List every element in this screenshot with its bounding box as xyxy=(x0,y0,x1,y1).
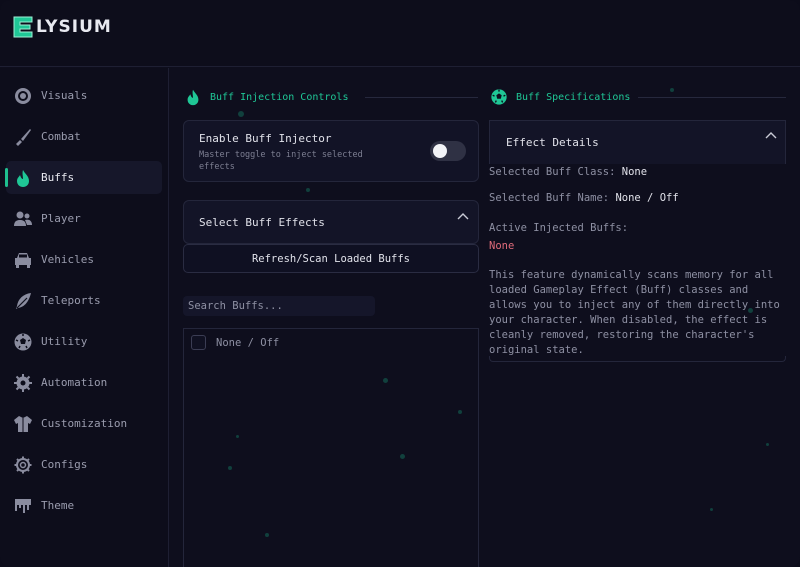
players-icon xyxy=(13,209,33,229)
sidebar-item-label: Combat xyxy=(41,130,81,143)
ball-icon xyxy=(490,88,508,106)
app-title: LYSIUM xyxy=(36,17,112,37)
refresh-scan-buffs-button[interactable]: Refresh/Scan Loaded Buffs xyxy=(183,244,479,273)
main-content: Buff Injection Controls Enable Buff Inje… xyxy=(170,68,800,567)
paint-drip-icon xyxy=(13,496,33,516)
active-injected-buffs-label: Active Injected Buffs: xyxy=(489,222,629,234)
section-title: Buff Injection Controls xyxy=(210,91,349,103)
sidebar-item-vehicles[interactable]: Vehicles xyxy=(6,243,162,276)
sidebar-item-label: Utility xyxy=(41,335,88,348)
sidebar-item-automation[interactable]: Automation xyxy=(6,366,162,399)
toggle-title: Enable Buff Injector xyxy=(199,132,332,145)
feather-icon xyxy=(13,291,33,311)
panel-title: Select Buff Effects xyxy=(199,216,325,229)
search-buffs-input[interactable] xyxy=(183,296,375,316)
sidebar-item-visuals[interactable]: Visuals xyxy=(6,79,162,112)
sidebar-item-label: Buffs xyxy=(41,171,75,184)
details-panel-bottom xyxy=(489,356,786,362)
app-logo: LYSIUM xyxy=(12,15,112,39)
particle-dot xyxy=(710,508,713,511)
name-label: Selected Buff Name: xyxy=(489,192,610,204)
class-value: None xyxy=(621,166,648,178)
sidebar-item-utility[interactable]: Utility xyxy=(6,325,162,358)
switch-knob xyxy=(433,144,447,158)
cog-spiky-icon xyxy=(13,373,33,393)
sidebar-item-label: Automation xyxy=(41,376,108,389)
list-item[interactable]: None / Off xyxy=(191,335,279,350)
buff-injector-toggle-card: Enable Buff Injector Master toggle to in… xyxy=(183,120,479,182)
section-header-buff-specifications: Buff Specifications xyxy=(490,88,630,106)
sidebar-item-teleports[interactable]: Teleports xyxy=(6,284,162,317)
panel-title: Effect Details xyxy=(506,136,599,149)
ball-icon xyxy=(13,332,33,352)
sidebar-item-combat[interactable]: Combat xyxy=(6,120,162,153)
sidebar-item-label: Customization xyxy=(41,417,128,430)
sidebar-item-buffs[interactable]: Buffs xyxy=(5,161,162,194)
sidebar-item-configs[interactable]: Configs xyxy=(6,448,162,481)
feature-description: This feature dynamically scans memory fo… xyxy=(489,269,780,356)
flame-icon xyxy=(184,88,202,106)
selected-buff-name: Selected Buff Name: None / Off xyxy=(489,192,679,204)
sidebar-item-label: Player xyxy=(41,212,81,225)
sidebar-item-label: Configs xyxy=(41,458,88,471)
section-header-buff-injection: Buff Injection Controls xyxy=(184,88,348,106)
sidebar-item-label: Vehicles xyxy=(41,253,94,266)
logo-icon xyxy=(12,15,34,39)
sidebar-item-label: Visuals xyxy=(41,89,88,102)
sidebar-item-player[interactable]: Player xyxy=(6,202,162,235)
option-label: None / Off xyxy=(216,336,280,349)
effect-details-header[interactable]: Effect Details xyxy=(489,120,786,164)
name-value: None / Off xyxy=(615,192,679,204)
car-icon xyxy=(13,250,33,270)
toggle-description: Master toggle to inject selected effects xyxy=(199,150,363,172)
active-injected-buffs-value: None xyxy=(489,240,515,252)
select-buff-effects-header[interactable]: Select Buff Effects xyxy=(183,200,479,244)
chevron-up-icon[interactable] xyxy=(456,210,470,224)
app-window: LYSIUM Visuals Combat Buffs Player Vehic… xyxy=(0,0,800,567)
particle-dot xyxy=(238,111,244,117)
buff-injector-switch[interactable] xyxy=(430,141,466,161)
checkbox[interactable] xyxy=(191,335,206,350)
sidebar: Visuals Combat Buffs Player Vehicles Tel… xyxy=(0,68,169,567)
eye-icon xyxy=(13,86,33,106)
class-label: Selected Buff Class: xyxy=(489,166,616,178)
sidebar-item-theme[interactable]: Theme xyxy=(6,489,162,522)
sidebar-item-label: Teleports xyxy=(41,294,101,307)
sidebar-item-label: Theme xyxy=(41,499,75,512)
section-title: Buff Specifications xyxy=(516,91,631,103)
buff-effects-list: None / Off xyxy=(183,328,479,567)
knife-icon xyxy=(13,127,33,147)
sidebar-item-customization[interactable]: Customization xyxy=(6,407,162,440)
flame-icon xyxy=(13,168,33,188)
jacket-icon xyxy=(13,414,33,434)
app-header: LYSIUM xyxy=(0,0,800,67)
selected-buff-class: Selected Buff Class: None xyxy=(489,166,647,178)
particle-dot xyxy=(766,443,769,446)
section-divider xyxy=(365,97,478,98)
section-divider xyxy=(638,97,786,98)
gear-icon xyxy=(13,455,33,475)
chevron-up-icon[interactable] xyxy=(764,129,778,143)
particle-dot xyxy=(306,188,310,192)
particle-dot xyxy=(670,88,674,92)
